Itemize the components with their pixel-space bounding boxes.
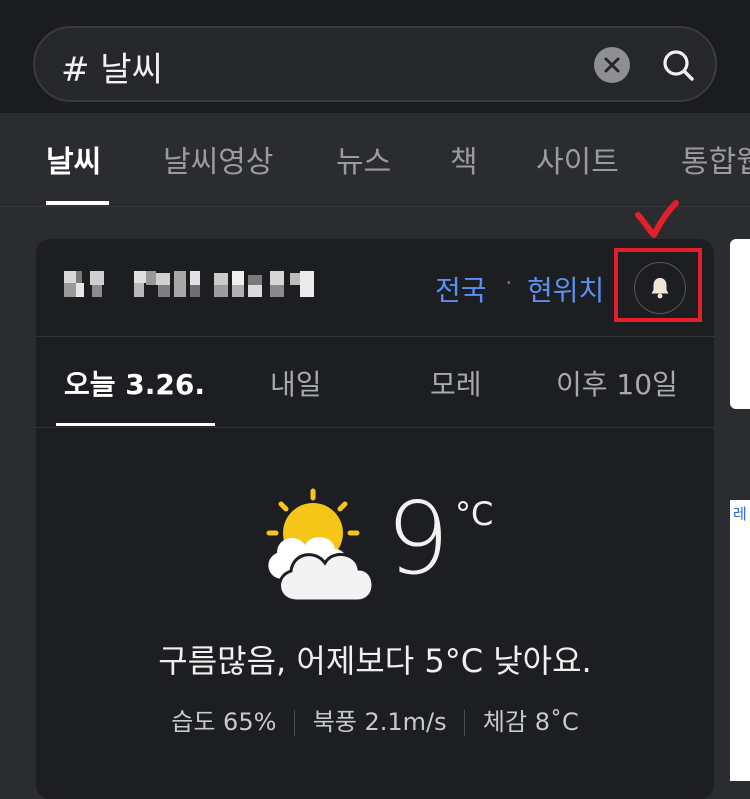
humidity: 습도 65% [171, 708, 277, 736]
search-input[interactable]: # 날씨 [61, 42, 163, 91]
tab-weather[interactable]: 날씨 [46, 137, 101, 181]
side-map-label: 레 [733, 505, 747, 523]
wind: 북풍 2.1m/s [312, 708, 447, 736]
day-tab-next-10-days[interactable]: 이후 10일 [556, 363, 678, 403]
side-map-peek[interactable] [730, 500, 750, 781]
tab-integrated-web[interactable]: 통합웹 [681, 137, 750, 181]
tab-weather-video[interactable]: 날씨영상 [163, 137, 273, 181]
tab-news[interactable]: 뉴스 [336, 137, 391, 181]
top-bar: # 날씨 [0, 0, 750, 113]
feels-like: 체감 8˚C [482, 708, 579, 736]
active-tab-indicator [46, 201, 109, 205]
side-card-peek[interactable] [730, 239, 750, 409]
partly-cloudy-icon [266, 488, 375, 603]
active-day-indicator [56, 423, 215, 426]
close-icon [604, 57, 620, 73]
search-bar[interactable]: # 날씨 [33, 26, 717, 102]
current-location-link[interactable]: 현위치 [527, 269, 604, 309]
tab-sites[interactable]: 사이트 [536, 137, 619, 181]
divider [464, 710, 466, 736]
day-tab-today[interactable]: 오늘 3.26. [64, 363, 205, 403]
tab-books[interactable]: 책 [450, 137, 478, 181]
annotation-checkmark [635, 200, 679, 238]
annotation-highlight-box [614, 248, 702, 322]
current-temperature: 9 [386, 480, 450, 597]
separator-dot: · [505, 269, 513, 297]
day-tab-tomorrow[interactable]: 내일 [270, 363, 322, 403]
search-tabs: 날씨 날씨영상 뉴스 책 사이트 통합웹 [0, 113, 750, 207]
card-header: 전국 · 현위치 [36, 239, 714, 337]
temperature-unit: °C [455, 495, 494, 533]
divider [294, 710, 296, 736]
nationwide-link[interactable]: 전국 [435, 269, 487, 309]
day-tab-day-after[interactable]: 모레 [430, 363, 482, 403]
weather-summary: 구름많음, 어제보다 5°C 낮아요. [158, 642, 592, 680]
weather-details: 습도 65% 북풍 2.1m/s 체감 8˚C [36, 702, 714, 737]
clear-search-button[interactable] [594, 47, 630, 83]
day-tabs: 오늘 3.26. 내일 모레 이후 10일 [36, 337, 714, 428]
search-icon[interactable] [659, 46, 699, 86]
weather-card: 전국 · 현위치 오늘 3.26. 내일 모레 이후 10일 9 °C 구름많음… [36, 239, 714, 799]
pixelated-location [64, 271, 314, 297]
